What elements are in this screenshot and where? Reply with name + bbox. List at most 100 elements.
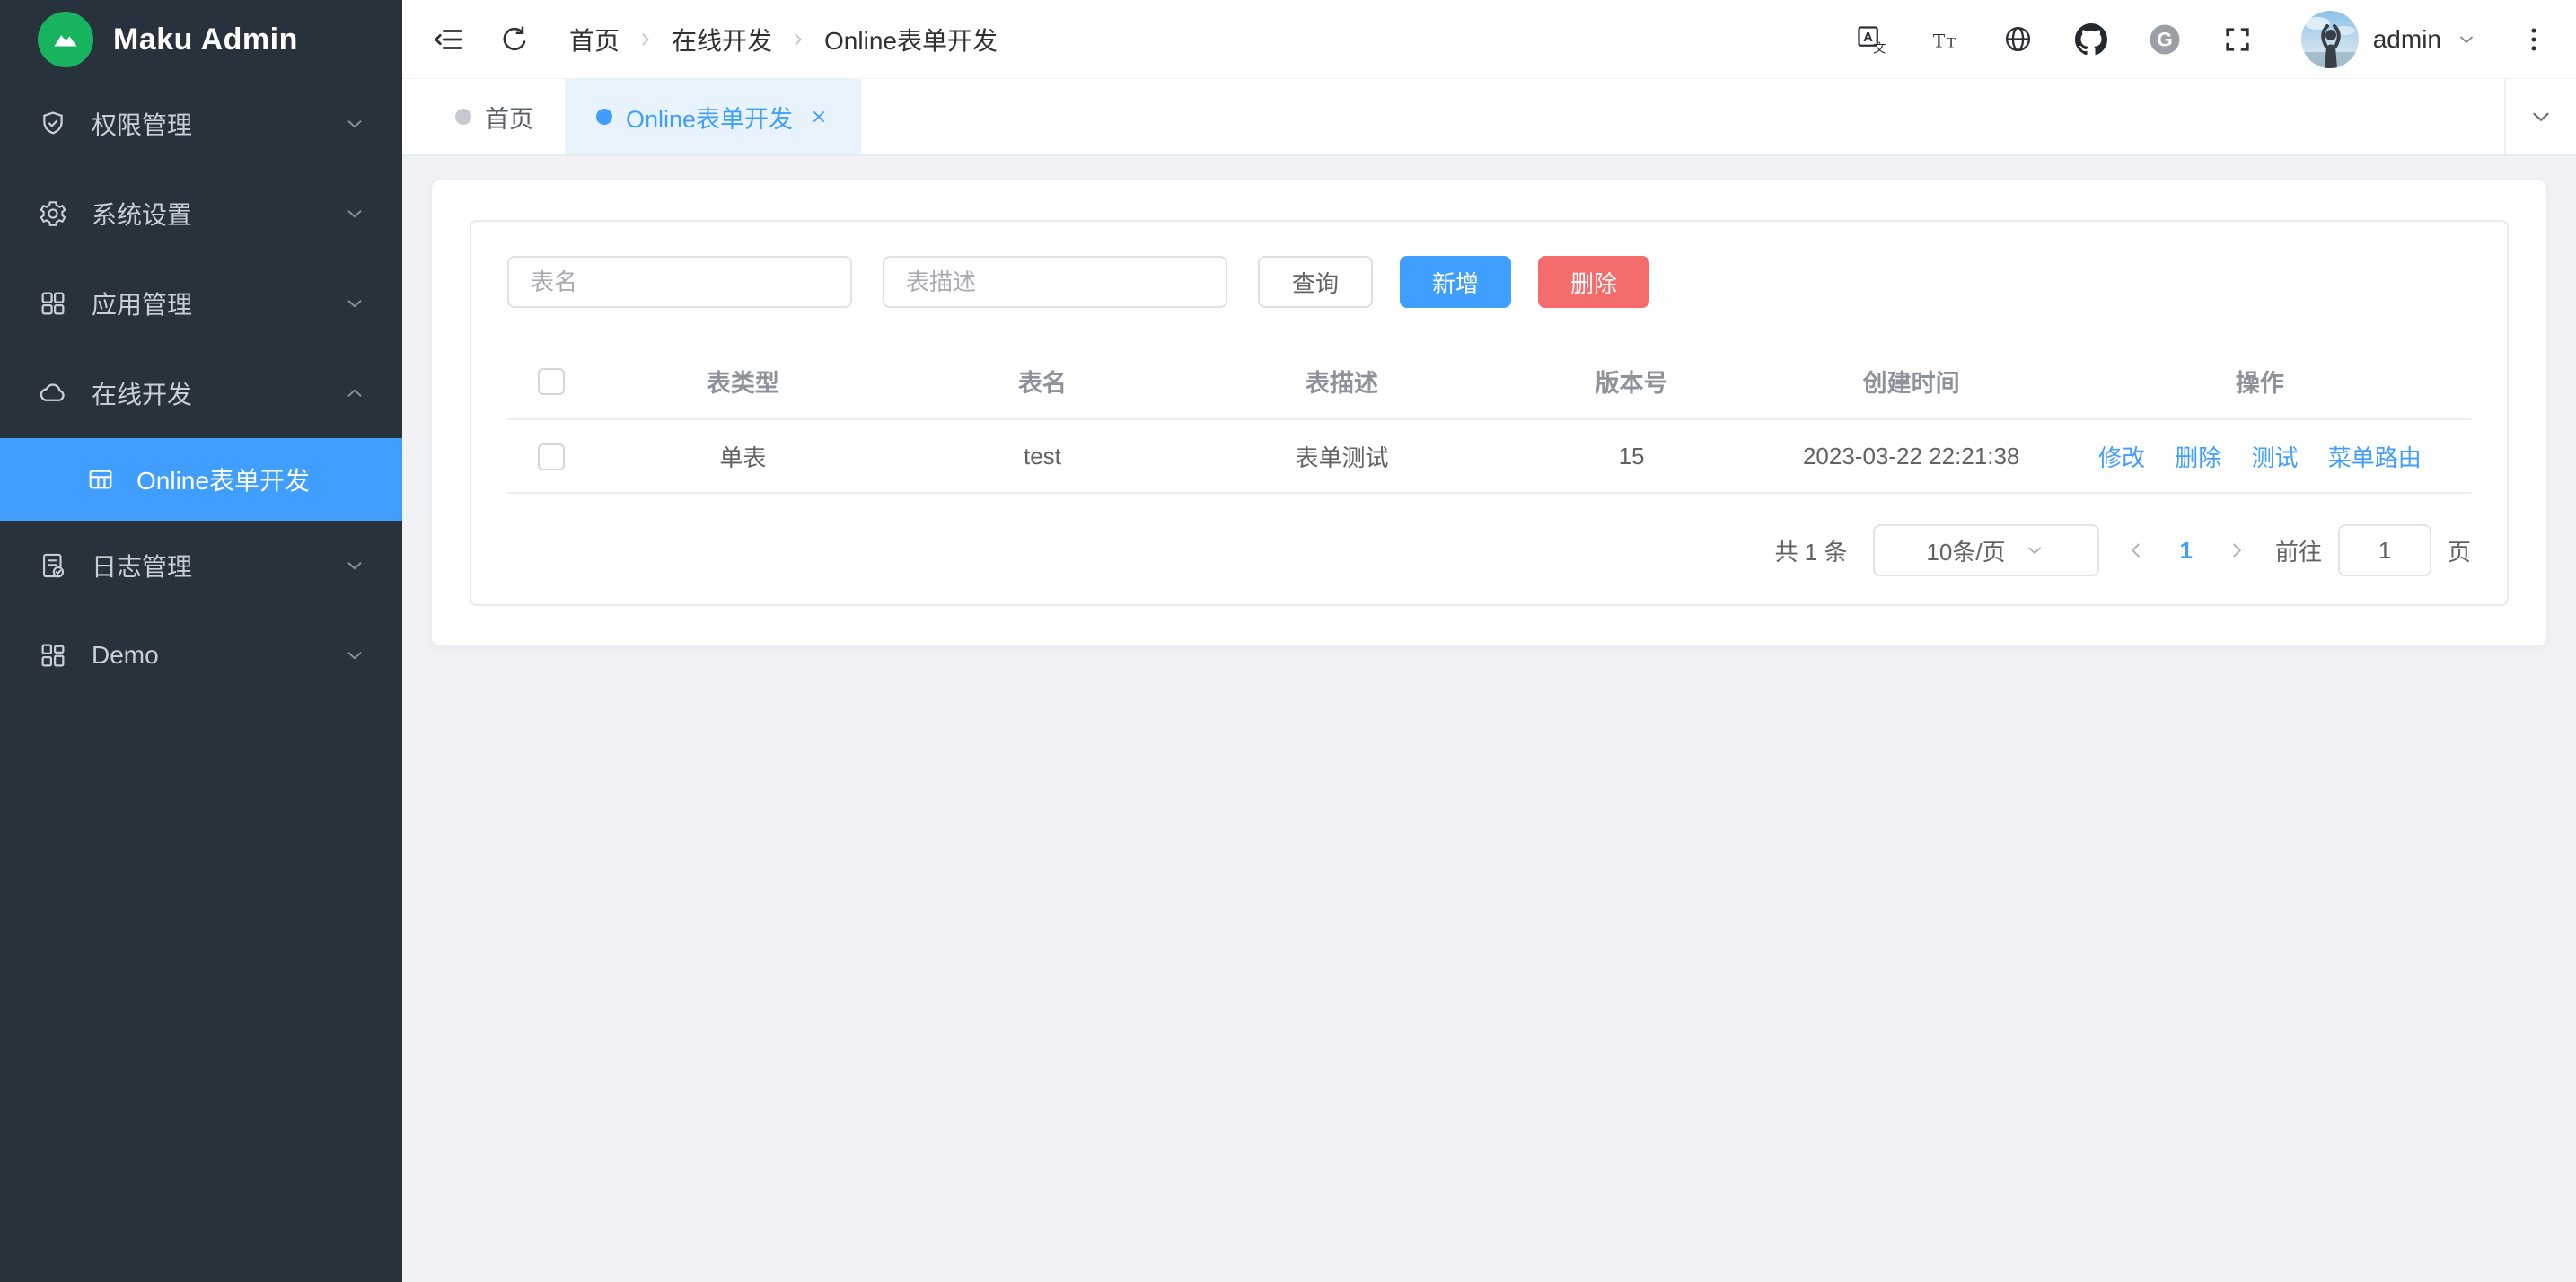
page-size-value: 10条/页 <box>1926 534 2005 567</box>
tabbar: 首页 Online表单开发 <box>402 79 2576 156</box>
app-logo[interactable]: Maku Admin <box>0 0 402 79</box>
column-header-desc: 表描述 <box>1194 344 1489 419</box>
goto-page-input[interactable] <box>2338 524 2431 576</box>
cell-version: 15 <box>1489 419 1773 493</box>
delete-button[interactable]: 删除 <box>1538 256 1649 308</box>
main-area: 首页 在线开发 Online表单开发 A文 TT <box>402 0 2576 1282</box>
data-table: 表类型 表名 表描述 版本号 创建时间 操作 单表 <box>507 344 2471 494</box>
chevron-left-icon[interactable] <box>2124 539 2148 562</box>
user-menu[interactable]: admin <box>2301 11 2477 68</box>
sidebar-subitem-online-form-dev[interactable]: Online表单开发 <box>0 438 402 521</box>
sidebar-item-label: 权限管理 <box>92 106 320 142</box>
tab-home[interactable]: 首页 <box>424 79 565 154</box>
demo-grid-icon <box>38 640 68 671</box>
chevron-down-icon <box>343 554 366 577</box>
breadcrumb-home[interactable]: 首页 <box>569 22 620 57</box>
chevron-down-icon <box>343 112 366 136</box>
table-header-row: 表类型 表名 表描述 版本号 创建时间 操作 <box>507 344 2471 419</box>
svg-text:T: T <box>1947 35 1956 50</box>
svg-text:A: A <box>1863 29 1873 44</box>
sidebar-item-label: 系统设置 <box>92 196 320 232</box>
breadcrumb-online-dev[interactable]: 在线开发 <box>672 22 772 57</box>
sidebar-item-label: 应用管理 <box>92 285 320 321</box>
tabs-dropdown-icon[interactable] <box>2504 79 2576 154</box>
breadcrumb-current: Online表单开发 <box>824 22 998 57</box>
fullscreen-icon[interactable] <box>2222 24 2253 55</box>
select-all-checkbox[interactable] <box>538 368 565 395</box>
chevron-down-icon <box>343 292 366 315</box>
table-row: 单表 test 表单测试 15 2023-03-22 22:21:38 修改 删… <box>507 419 2471 493</box>
cell-created: 2023-03-22 22:21:38 <box>1774 419 2049 493</box>
cell-actions: 修改 删除 测试 菜单路由 <box>2049 419 2471 493</box>
github-icon[interactable] <box>2075 23 2107 56</box>
current-page[interactable]: 1 <box>2180 537 2193 565</box>
cell-desc: 表单测试 <box>1194 419 1489 493</box>
chevron-down-icon <box>343 202 366 225</box>
tab-label: 首页 <box>485 100 533 135</box>
refresh-icon[interactable] <box>499 24 530 55</box>
svg-text:T: T <box>1932 29 1945 51</box>
table-icon <box>86 465 115 494</box>
column-header-type: 表类型 <box>595 344 890 419</box>
gear-icon <box>38 198 68 229</box>
chevron-down-icon <box>2024 540 2045 561</box>
goto-page: 前往 页 <box>2275 524 2471 576</box>
search-form: 查询 新增 删除 <box>507 256 2471 308</box>
search-button[interactable]: 查询 <box>1258 256 1373 308</box>
sidebar-item-app-management[interactable]: 应用管理 <box>0 259 402 348</box>
tab-dot-icon <box>455 109 471 125</box>
page-unit-label: 页 <box>2448 534 2471 567</box>
chevron-down-icon <box>2456 29 2477 50</box>
topbar-actions: A文 TT G <box>1855 11 2549 68</box>
chevron-right-icon[interactable] <box>2225 539 2248 562</box>
kebab-menu-icon[interactable] <box>2519 24 2549 55</box>
sidebar-item-label: Demo <box>92 641 320 670</box>
chevron-up-icon <box>343 382 366 405</box>
svg-text:文: 文 <box>1873 40 1886 56</box>
sidebar-item-demo[interactable]: Demo <box>0 610 402 700</box>
apps-icon <box>38 288 68 319</box>
add-button[interactable]: 新增 <box>1400 256 1511 308</box>
tab-label: Online表单开发 <box>626 100 793 135</box>
sidebar-menu: 权限管理 系统设置 应用管理 <box>0 79 402 1282</box>
sidebar-item-log-management[interactable]: 日志管理 <box>0 521 402 610</box>
font-size-icon[interactable]: TT <box>1929 23 1961 56</box>
globe-icon[interactable] <box>2002 23 2034 55</box>
pagination: 共 1 条 10条/页 1 <box>507 524 2471 576</box>
svg-text:G: G <box>2157 28 2173 50</box>
pager: 1 <box>2124 537 2248 565</box>
delete-link[interactable]: 删除 <box>2175 444 2221 471</box>
pagination-total: 共 1 条 <box>1775 534 1848 567</box>
app-root: Maku Admin 权限管理 系统设置 <box>0 0 2576 1282</box>
tab-online-form-dev[interactable]: Online表单开发 <box>565 79 861 154</box>
table-desc-input[interactable] <box>883 256 1227 308</box>
page-card: 查询 新增 删除 表类型 表名 表描述 版本号 创建时间 <box>431 180 2547 646</box>
breadcrumb-separator-icon <box>636 30 655 49</box>
cell-name: test <box>890 419 1194 493</box>
sidebar-item-online-dev[interactable]: 在线开发 <box>0 348 402 438</box>
goto-label: 前往 <box>2275 534 2322 567</box>
gitee-icon[interactable]: G <box>2149 23 2181 56</box>
table-name-input[interactable] <box>507 256 852 308</box>
log-check-icon <box>38 550 68 581</box>
sidebar-item-permissions[interactable]: 权限管理 <box>0 79 402 169</box>
close-icon[interactable] <box>808 106 830 127</box>
column-header-created: 创建时间 <box>1774 344 2049 419</box>
shield-check-icon <box>38 109 68 139</box>
query-card: 查询 新增 删除 表类型 表名 表描述 版本号 创建时间 <box>470 220 2509 606</box>
sidebar-item-label: 在线开发 <box>92 375 320 411</box>
page-size-select[interactable]: 10条/页 <box>1873 524 2099 576</box>
sidebar: Maku Admin 权限管理 系统设置 <box>0 0 402 1282</box>
sidebar-fold-icon[interactable] <box>431 22 465 57</box>
test-link[interactable]: 测试 <box>2252 444 2299 471</box>
edit-link[interactable]: 修改 <box>2098 444 2145 471</box>
translate-icon[interactable]: A文 <box>1855 23 1887 56</box>
menu-route-link[interactable]: 菜单路由 <box>2328 444 2422 471</box>
row-checkbox[interactable] <box>538 443 565 470</box>
column-header-version: 版本号 <box>1489 344 1773 419</box>
app-title: Maku Admin <box>113 22 298 57</box>
cloud-icon <box>38 378 68 408</box>
page-content: 查询 新增 删除 表类型 表名 表描述 版本号 创建时间 <box>402 156 2576 1282</box>
cell-type: 单表 <box>595 419 890 493</box>
sidebar-item-system-settings[interactable]: 系统设置 <box>0 169 402 259</box>
